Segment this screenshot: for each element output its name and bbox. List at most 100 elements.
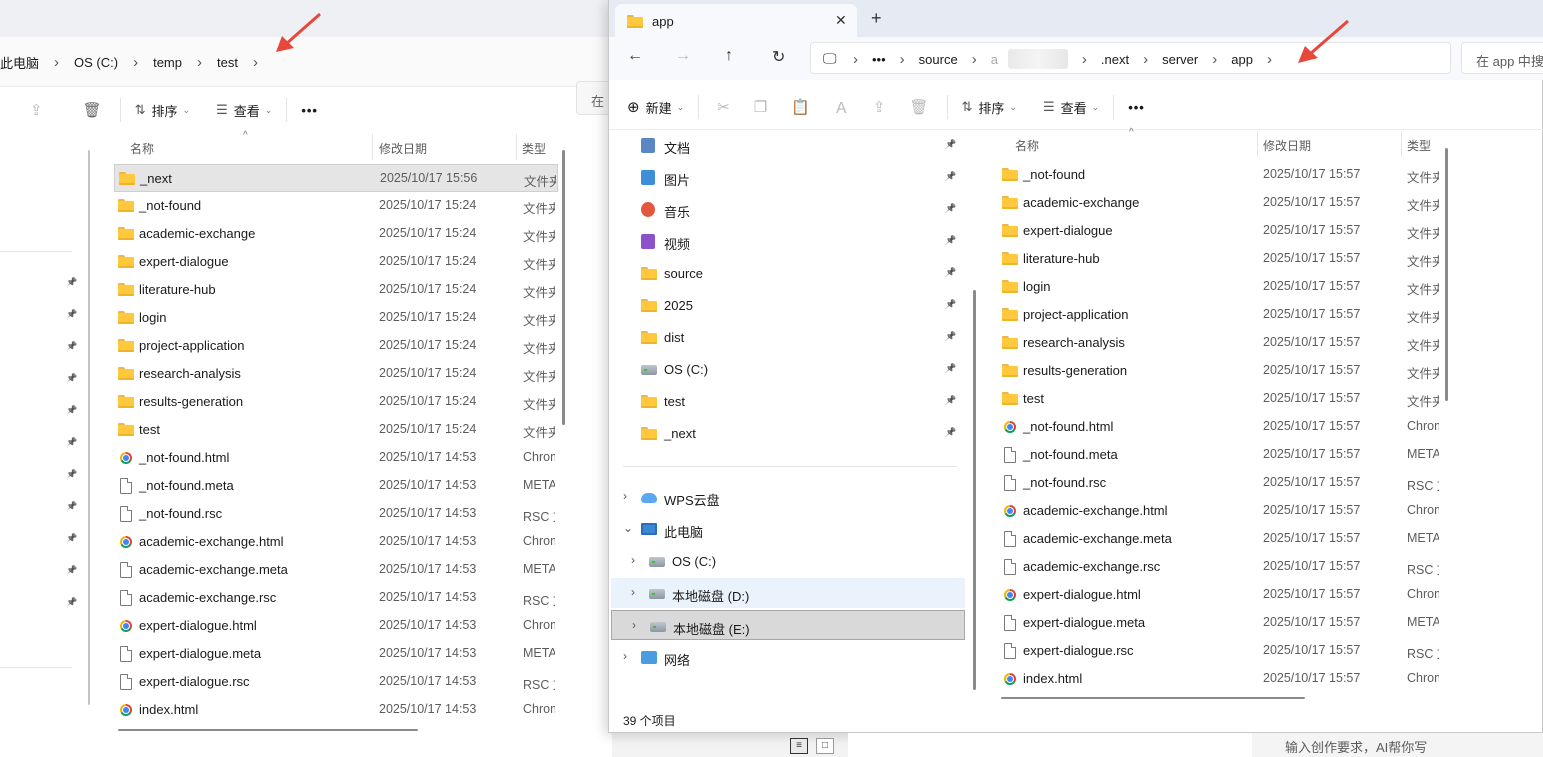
- file-row[interactable]: _not-found.rsc 2025/10/17 14:53 RSC 文: [114, 500, 558, 528]
- chevron-right-icon[interactable]: ›: [253, 54, 258, 71]
- file-row[interactable]: index.html 2025/10/17 14:53 Chrome: [114, 696, 558, 724]
- refresh-button[interactable]: ↻: [772, 47, 785, 67]
- file-row[interactable]: _not-found 2025/10/17 15:24 文件夹: [114, 192, 558, 220]
- rename-icon[interactable]: Ａ: [822, 97, 861, 118]
- file-row[interactable]: academic-exchange.html 2025/10/17 15:57 Ch…: [999, 497, 1439, 525]
- file-row[interactable]: expert-dialogue.rsc 2025/10/17 15:57 RSC 文: [999, 637, 1439, 665]
- breadcrumb-item[interactable]: •••: [872, 52, 886, 67]
- breadcrumb-item[interactable]: .next: [1101, 52, 1129, 67]
- column-header-date[interactable]: 修改日期: [1263, 137, 1311, 154]
- chevron-down-icon[interactable]: ⌄: [623, 521, 633, 535]
- file-row[interactable]: literature-hub 2025/10/17 15:24 文件夹: [114, 276, 558, 304]
- file-row[interactable]: research-analysis 2025/10/17 15:57 文件夹: [999, 329, 1439, 357]
- file-row[interactable]: _not-found.html 2025/10/17 15:57 Chrome: [999, 413, 1439, 441]
- file-row[interactable]: academic-exchange.rsc 2025/10/17 15:57 RSC…: [999, 553, 1439, 581]
- details-view-button[interactable]: ≡: [790, 738, 808, 754]
- file-row[interactable]: _not-found.meta 2025/10/17 15:57 META: [999, 441, 1439, 469]
- breadcrumb-item[interactable]: temp: [153, 55, 182, 70]
- quick-access-item[interactable]: source 📌: [623, 258, 963, 288]
- horizontal-scrollbar[interactable]: [1001, 697, 1305, 699]
- file-row[interactable]: expert-dialogue 2025/10/17 15:24 文件夹: [114, 248, 558, 276]
- file-row[interactable]: expert-dialogue.html 2025/10/17 14:53 Chro…: [114, 612, 558, 640]
- file-row[interactable]: index.html 2025/10/17 15:57 Chrome: [999, 665, 1439, 693]
- file-row[interactable]: academic-exchange.meta 2025/10/17 14:53 ME…: [114, 556, 558, 584]
- quick-access-item[interactable]: 文档 📌: [623, 130, 963, 160]
- more-options-button[interactable]: •••: [293, 94, 326, 126]
- tree-item[interactable]: › 本地磁盘 (D:): [611, 578, 965, 608]
- delete-icon[interactable]: 🗑: [897, 98, 940, 116]
- tree-item[interactable]: ⌄ 此电脑: [611, 514, 965, 544]
- tree-item[interactable]: › WPS云盘: [611, 482, 965, 512]
- chevron-right-icon[interactable]: ›: [1267, 51, 1272, 68]
- quick-access-item[interactable]: 音乐 📌: [623, 194, 963, 224]
- back-button[interactable]: ←: [627, 47, 643, 65]
- paste-icon[interactable]: 📋: [779, 98, 822, 116]
- breadcrumb-item[interactable]: a: [991, 52, 998, 67]
- column-header-name[interactable]: 名称: [1015, 137, 1039, 154]
- file-row[interactable]: test 2025/10/17 15:57 文件夹: [999, 385, 1439, 413]
- quick-access-item[interactable]: OS (C:) 📌: [623, 354, 963, 384]
- vertical-scrollbar[interactable]: [562, 150, 565, 425]
- new-button[interactable]: ⊕ 新建 ⌄: [619, 91, 692, 123]
- sort-button[interactable]: ⇅ 排序 ⌄: [954, 91, 1025, 123]
- column-header-date[interactable]: 修改日期: [379, 140, 427, 157]
- file-row[interactable]: expert-dialogue.meta 2025/10/17 15:57 META: [999, 609, 1439, 637]
- file-row[interactable]: academic-exchange 2025/10/17 15:24 文件夹: [114, 220, 558, 248]
- view-button[interactable]: ☰ 查看 ⌄: [208, 94, 280, 126]
- breadcrumb-item[interactable]: app: [1231, 52, 1253, 67]
- file-row[interactable]: login 2025/10/17 15:24 文件夹: [114, 304, 558, 332]
- quick-access-item[interactable]: test 📌: [623, 386, 963, 416]
- chevron-right-icon[interactable]: ›: [623, 649, 627, 663]
- sort-button[interactable]: ⇅ 排序 ⌄: [127, 94, 198, 126]
- new-tab-button[interactable]: +: [871, 8, 882, 29]
- chevron-right-icon[interactable]: ›: [623, 489, 627, 503]
- close-tab-icon[interactable]: ✕: [835, 12, 847, 29]
- file-row[interactable]: research-analysis 2025/10/17 15:24 文件夹: [114, 360, 558, 388]
- quick-access-item[interactable]: dist 📌: [623, 322, 963, 352]
- column-header-type[interactable]: 类型: [522, 140, 546, 157]
- file-row[interactable]: results-generation 2025/10/17 15:57 文件夹: [999, 357, 1439, 385]
- tree-item[interactable]: › 网络: [611, 642, 965, 672]
- view-button[interactable]: ☰ 查看 ⌄: [1035, 91, 1107, 123]
- column-header-type[interactable]: 类型: [1407, 137, 1431, 154]
- ai-prompt-bar[interactable]: 输入创作要求，AI帮你写: [1252, 733, 1543, 757]
- search-input[interactable]: 在 app 中搜: [1461, 42, 1543, 74]
- copy-icon[interactable]: ❐: [742, 98, 779, 116]
- file-row[interactable]: _not-found.meta 2025/10/17 14:53 META: [114, 472, 558, 500]
- breadcrumb-item[interactable]: source: [919, 52, 958, 67]
- quick-access-item[interactable]: 视频 📌: [623, 226, 963, 256]
- breadcrumb-item[interactable]: test: [217, 55, 238, 70]
- chevron-right-icon[interactable]: ›: [631, 585, 635, 599]
- horizontal-scrollbar[interactable]: [118, 729, 418, 731]
- tree-item[interactable]: › OS (C:): [611, 546, 965, 576]
- file-row[interactable]: expert-dialogue.meta 2025/10/17 14:53 META: [114, 640, 558, 668]
- breadcrumb-item[interactable]: 此电脑: [0, 53, 39, 72]
- tab-app[interactable]: app ✕: [615, 4, 857, 37]
- file-row[interactable]: login 2025/10/17 15:57 文件夹: [999, 273, 1439, 301]
- delete-icon[interactable]: 🗑: [55, 101, 114, 119]
- up-button[interactable]: ↑: [725, 47, 733, 65]
- forward-button[interactable]: →: [675, 47, 691, 65]
- column-header-name[interactable]: 名称: [130, 140, 154, 157]
- quick-access-item[interactable]: 图片 📌: [623, 162, 963, 192]
- tree-item[interactable]: › 本地磁盘 (E:): [611, 610, 965, 640]
- file-row[interactable]: _not-found 2025/10/17 15:57 文件夹: [999, 161, 1439, 189]
- vertical-scrollbar[interactable]: [1445, 148, 1448, 401]
- file-row[interactable]: results-generation 2025/10/17 15:24 文件夹: [114, 388, 558, 416]
- file-row[interactable]: expert-dialogue.rsc 2025/10/17 14:53 RSC 文: [114, 668, 558, 696]
- file-row[interactable]: _next 2025/10/17 15:56 文件夹: [114, 164, 558, 192]
- file-row[interactable]: _not-found.rsc 2025/10/17 15:57 RSC 文: [999, 469, 1439, 497]
- breadcrumb-item[interactable]: server: [1162, 52, 1198, 67]
- quick-access-item[interactable]: 2025 📌: [623, 290, 963, 320]
- share-icon[interactable]: ⇪: [861, 98, 898, 116]
- breadcrumb-item[interactable]: OS (C:): [74, 55, 118, 70]
- file-row[interactable]: test 2025/10/17 15:24 文件夹: [114, 416, 558, 444]
- chevron-right-icon[interactable]: ›: [631, 553, 635, 567]
- file-row[interactable]: _not-found.html 2025/10/17 14:53 Chrome: [114, 444, 558, 472]
- tiles-view-button[interactable]: □: [816, 738, 834, 754]
- file-row[interactable]: academic-exchange.meta 2025/10/17 15:57 ME…: [999, 525, 1439, 553]
- address-bar[interactable]: 🖵 › ••• › source › a › .next › server › app ›: [810, 42, 1451, 74]
- file-row[interactable]: project-application 2025/10/17 15:57 文件夹: [999, 301, 1439, 329]
- file-row[interactable]: project-application 2025/10/17 15:24 文件夹: [114, 332, 558, 360]
- chevron-right-icon[interactable]: ›: [632, 618, 636, 632]
